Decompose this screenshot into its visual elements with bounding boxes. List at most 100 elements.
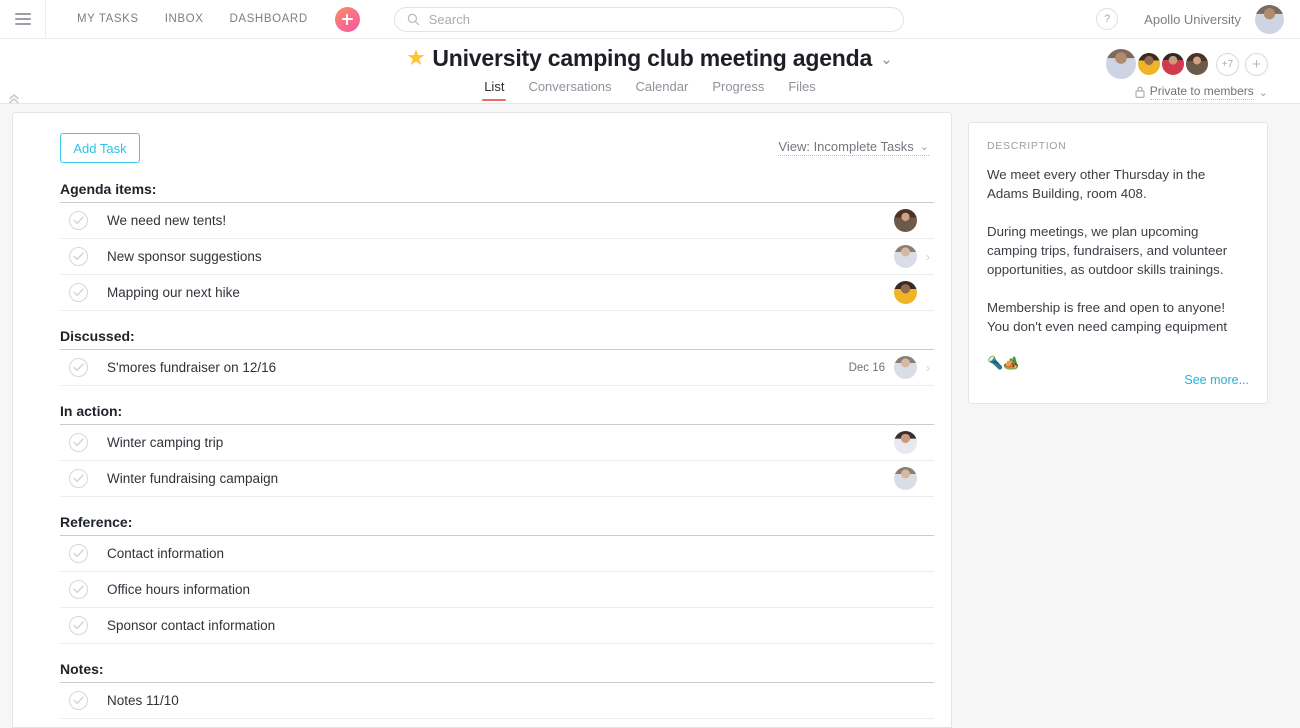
task-row-meta: › xyxy=(926,583,934,597)
section-heading-agenda-items[interactable]: Agenda items: xyxy=(60,175,934,203)
task-complete-checkbox[interactable] xyxy=(69,616,88,635)
table-row[interactable]: Notes 11/3 › xyxy=(60,719,934,727)
task-name: Mapping our next hike xyxy=(107,285,240,300)
description-emoji: 🔦🏕️ xyxy=(987,355,1020,370)
task-name: Notes 11/10 xyxy=(107,693,179,708)
page-body: Add Task View: Incomplete Tasks ⌄ Agenda… xyxy=(0,104,1300,728)
member-avatar[interactable] xyxy=(1104,47,1138,81)
member-avatar[interactable] xyxy=(1136,51,1162,77)
task-name: Sponsor contact information xyxy=(107,618,276,633)
task-name: Winter fundraising campaign xyxy=(107,471,279,486)
table-row[interactable]: Notes 11/10 › xyxy=(60,683,934,719)
task-name: Winter camping trip xyxy=(107,435,224,450)
search-input[interactable] xyxy=(428,11,891,27)
project-title-row[interactable]: ★ University camping club meeting agenda… xyxy=(408,45,893,72)
tab-conversations[interactable]: Conversations xyxy=(528,79,611,101)
task-assignee-avatar[interactable] xyxy=(894,356,917,379)
section-heading-reference[interactable]: Reference: xyxy=(60,508,934,536)
table-row[interactable]: Contact information › xyxy=(60,536,934,572)
task-row-meta: › xyxy=(885,431,934,454)
organization-name: Apollo University xyxy=(1144,11,1241,27)
main-menu-button[interactable] xyxy=(0,0,46,39)
hamburger-icon xyxy=(14,13,31,25)
task-complete-checkbox[interactable] xyxy=(69,433,88,452)
table-row[interactable]: Winter camping trip › xyxy=(60,425,934,461)
description-label: DESCRIPTION xyxy=(987,140,1067,152)
help-button[interactable]: ? xyxy=(1096,8,1119,30)
lock-icon xyxy=(1135,86,1145,98)
see-more-link[interactable]: See more... xyxy=(987,373,1249,387)
privacy-label: Private to members xyxy=(1149,84,1254,100)
task-complete-checkbox[interactable] xyxy=(69,247,88,266)
task-name: Contact information xyxy=(107,546,225,561)
current-user-avatar[interactable] xyxy=(1255,4,1284,34)
page-title: University camping club meeting agenda xyxy=(432,45,873,71)
star-icon[interactable]: ★ xyxy=(408,49,425,68)
search-bar[interactable] xyxy=(393,6,904,32)
add-task-button[interactable]: Add Task xyxy=(60,133,140,163)
task-complete-checkbox[interactable] xyxy=(69,358,88,377)
nav-my-tasks[interactable]: MY TASKS xyxy=(64,13,152,25)
top-nav-links: MY TASKS INBOX DASHBOARD xyxy=(64,13,321,25)
search-icon xyxy=(407,13,419,25)
task-complete-checkbox[interactable] xyxy=(69,544,88,563)
task-assignee-avatar[interactable] xyxy=(894,431,917,454)
tab-files[interactable]: Files xyxy=(788,79,815,101)
task-row-meta: › xyxy=(885,209,934,232)
table-row[interactable]: New sponsor suggestions › xyxy=(60,239,934,275)
table-row[interactable]: Winter fundraising campaign › xyxy=(60,461,934,497)
task-complete-checkbox[interactable] xyxy=(69,283,88,302)
nav-dashboard[interactable]: DASHBOARD xyxy=(216,13,320,25)
chevron-down-icon: ⌄ xyxy=(919,141,929,153)
task-complete-checkbox[interactable] xyxy=(69,580,88,599)
task-complete-checkbox[interactable] xyxy=(69,469,88,488)
view-filter-label: View: Incomplete Tasks xyxy=(778,139,914,154)
task-complete-checkbox[interactable] xyxy=(69,691,88,710)
task-due-date[interactable]: Dec 16 xyxy=(849,362,885,374)
quick-add-button[interactable] xyxy=(334,6,360,32)
add-member-button[interactable]: + xyxy=(1245,52,1268,76)
table-row[interactable]: Sponsor contact information › xyxy=(60,608,934,644)
task-list-card: Add Task View: Incomplete Tasks ⌄ Agenda… xyxy=(12,112,952,728)
description-paragraph: Membership is free and open to anyone! Y… xyxy=(987,300,1228,334)
task-name: New sponsor suggestions xyxy=(107,249,262,264)
chevron-right-icon[interactable]: › xyxy=(926,361,934,375)
member-avatar[interactable] xyxy=(1184,51,1210,77)
chevron-down-icon[interactable]: ⌄ xyxy=(880,50,893,68)
task-row-meta: › xyxy=(885,281,934,304)
section-heading-discussed[interactable]: Discussed: xyxy=(60,322,934,350)
table-row[interactable]: Office hours information › xyxy=(60,572,934,608)
task-row-meta: › xyxy=(885,245,934,268)
section-heading-notes[interactable]: Notes: xyxy=(60,655,934,683)
tab-calendar[interactable]: Calendar xyxy=(636,79,689,101)
member-avatar[interactable] xyxy=(1160,51,1186,77)
task-assignee-avatar[interactable] xyxy=(894,281,917,304)
top-navigation-bar: MY TASKS INBOX DASHBOARD ? Apollo Univer… xyxy=(0,0,1300,39)
nav-inbox[interactable]: INBOX xyxy=(152,13,217,25)
chevron-right-icon[interactable]: › xyxy=(926,250,934,264)
table-row[interactable]: S'mores fundraiser on 12/16 Dec 16 › xyxy=(60,350,934,386)
task-complete-checkbox[interactable] xyxy=(69,211,88,230)
task-row-meta: › xyxy=(926,619,934,633)
task-assignee-avatar[interactable] xyxy=(894,467,917,490)
member-overflow-count[interactable]: +7 xyxy=(1216,52,1239,76)
project-privacy-selector[interactable]: Private to members ⌄ xyxy=(1135,84,1268,100)
task-assignee-avatar[interactable] xyxy=(894,209,917,232)
view-filter-dropdown[interactable]: View: Incomplete Tasks ⌄ xyxy=(778,139,929,156)
task-row-meta: › xyxy=(926,694,934,708)
tab-list[interactable]: List xyxy=(482,79,507,101)
section-heading-in-action[interactable]: In action: xyxy=(60,397,934,425)
task-assignee-avatar[interactable] xyxy=(894,245,917,268)
table-row[interactable]: Mapping our next hike › xyxy=(60,275,934,311)
chevron-down-icon: ⌄ xyxy=(1258,86,1268,99)
task-name: S'mores fundraiser on 12/16 xyxy=(107,360,277,375)
description-paragraph: We meet every other Thursday in the Adam… xyxy=(987,167,1206,201)
task-row-meta: › xyxy=(885,467,934,490)
tab-progress[interactable]: Progress xyxy=(712,79,764,101)
list-toolbar: Add Task View: Incomplete Tasks ⌄ xyxy=(13,113,951,175)
table-row[interactable]: We need new tents! › xyxy=(60,203,934,239)
topbar-right-cluster: ? Apollo University xyxy=(1096,4,1300,34)
